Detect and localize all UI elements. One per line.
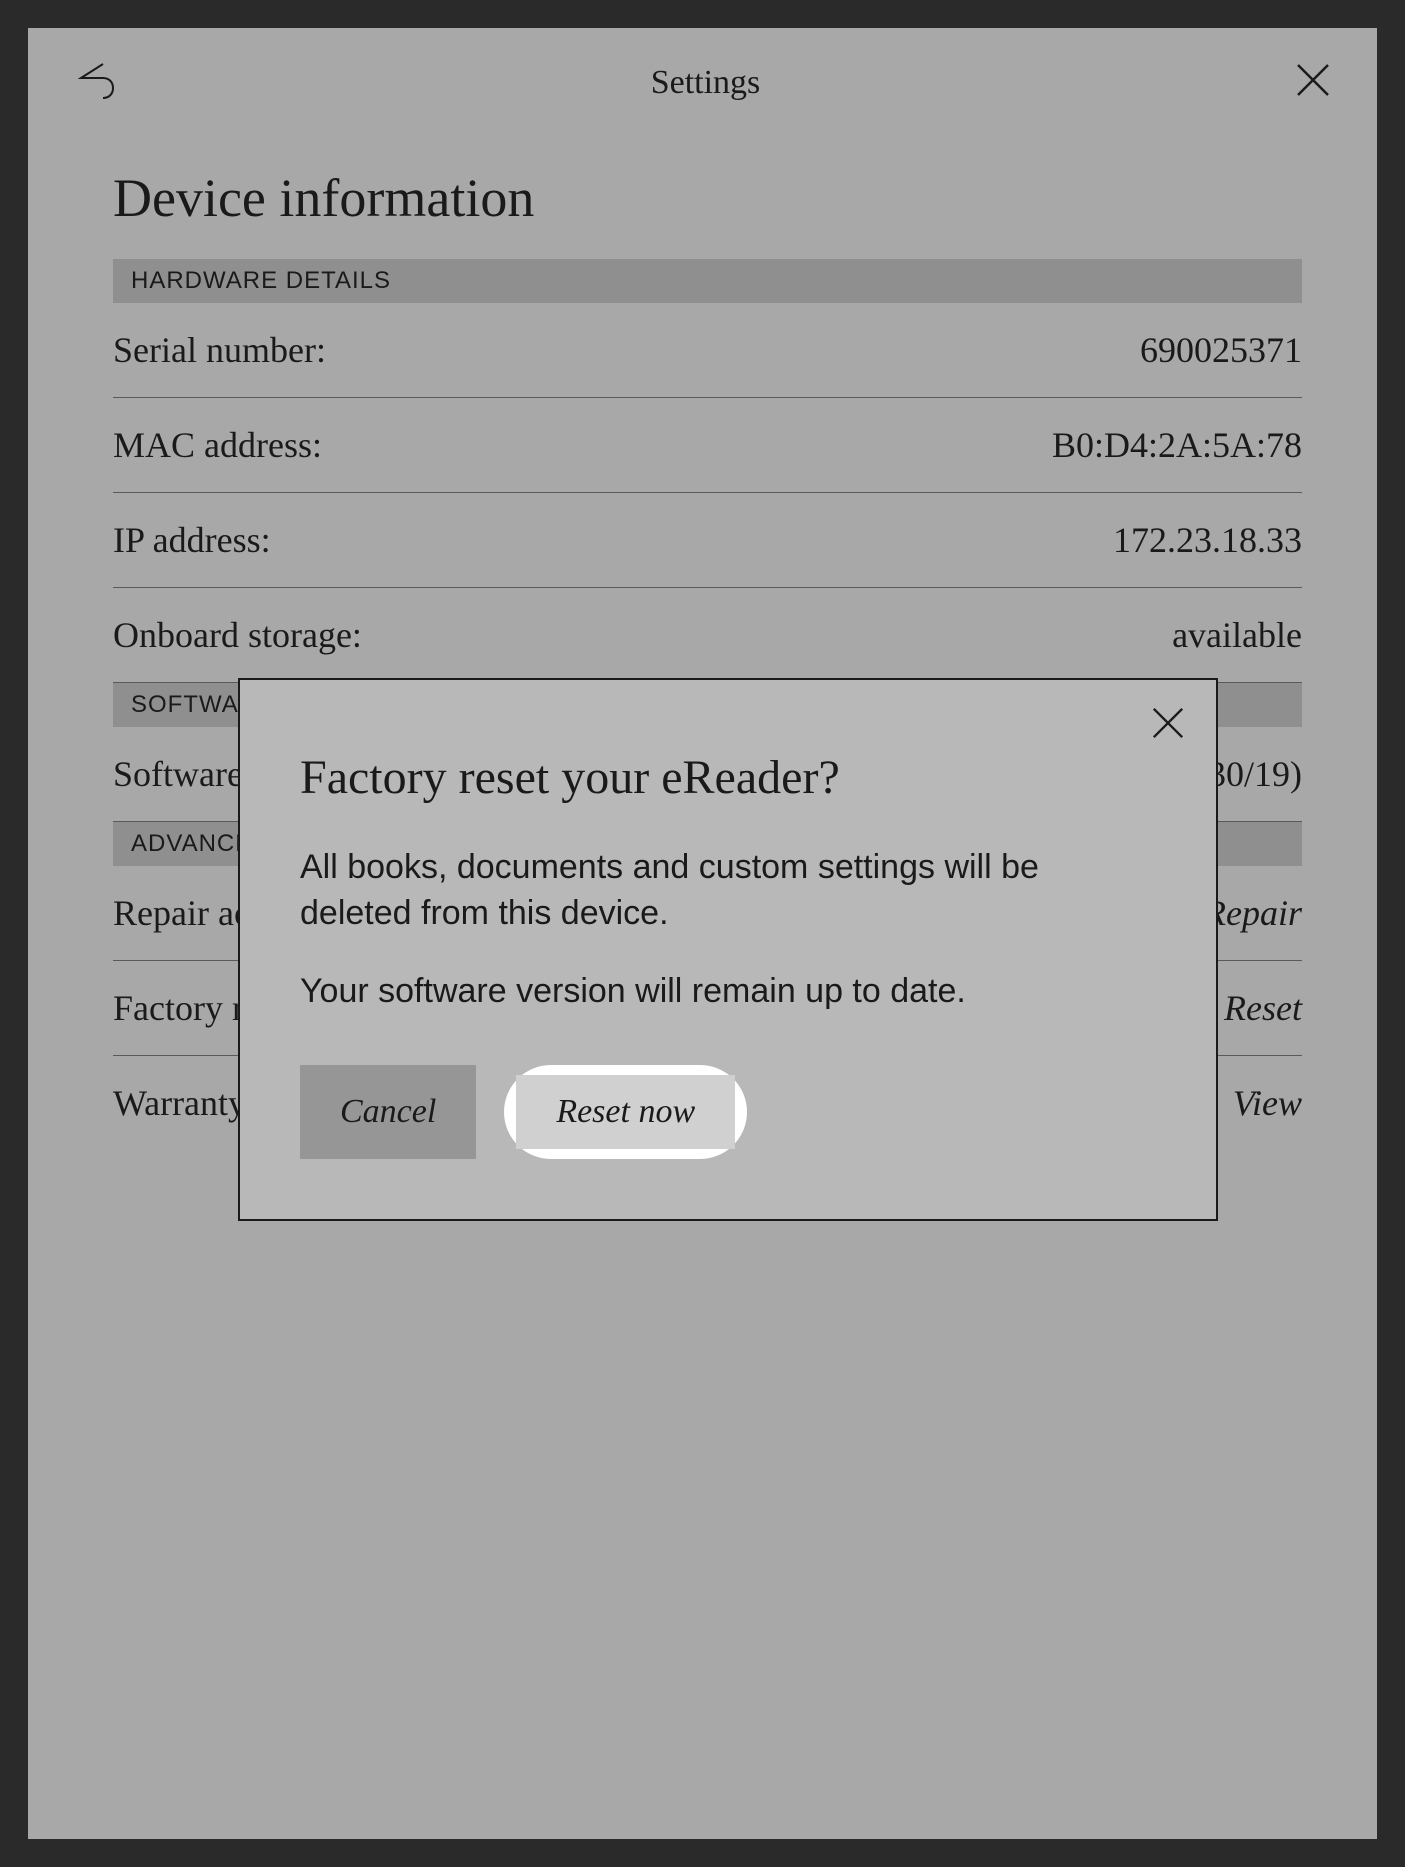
label-mac: MAC address: [113,424,322,466]
value-mac: B0:D4:2A:5A:78 [1052,424,1302,466]
header-bar: Settings [28,28,1377,127]
header-title: Settings [117,64,1294,102]
label-serial: Serial number: [113,329,326,371]
row-ip: IP address: 172.23.18.33 [113,493,1302,588]
close-icon[interactable] [1294,61,1332,104]
value-storage: available [1172,614,1302,656]
section-hardware-header: HARDWARE DETAILS [113,259,1302,303]
dialog-buttons: Cancel Reset now [300,1065,1156,1159]
cancel-button[interactable]: Cancel [300,1065,476,1159]
action-warranty[interactable]: View [1233,1082,1302,1124]
device-frame: Settings Device information HARDWARE DET… [0,0,1405,1867]
reset-now-button[interactable]: Reset now [516,1075,735,1149]
dialog-title: Factory reset your eReader? [300,750,1156,805]
value-serial: 690025371 [1140,329,1302,371]
back-icon[interactable] [73,58,117,107]
dialog-body-2: Your software version will remain up to … [300,969,1156,1015]
dialog-close-icon[interactable] [1150,705,1186,746]
row-mac: MAC address: B0:D4:2A:5A:78 [113,398,1302,493]
label-storage: Onboard storage: [113,614,362,656]
factory-reset-dialog: Factory reset your eReader? All books, d… [238,678,1218,1221]
page-title: Device information [113,167,1302,229]
action-repair[interactable]: Repair [1204,892,1302,934]
row-serial: Serial number: 690025371 [113,303,1302,398]
label-ip: IP address: [113,519,271,561]
action-reset[interactable]: Reset [1224,987,1302,1029]
screen: Settings Device information HARDWARE DET… [28,28,1377,1839]
dialog-body-1: All books, documents and custom settings… [300,845,1156,937]
row-storage: Onboard storage: available [113,588,1302,683]
value-ip: 172.23.18.33 [1113,519,1302,561]
reset-button-highlight: Reset now [504,1065,747,1159]
